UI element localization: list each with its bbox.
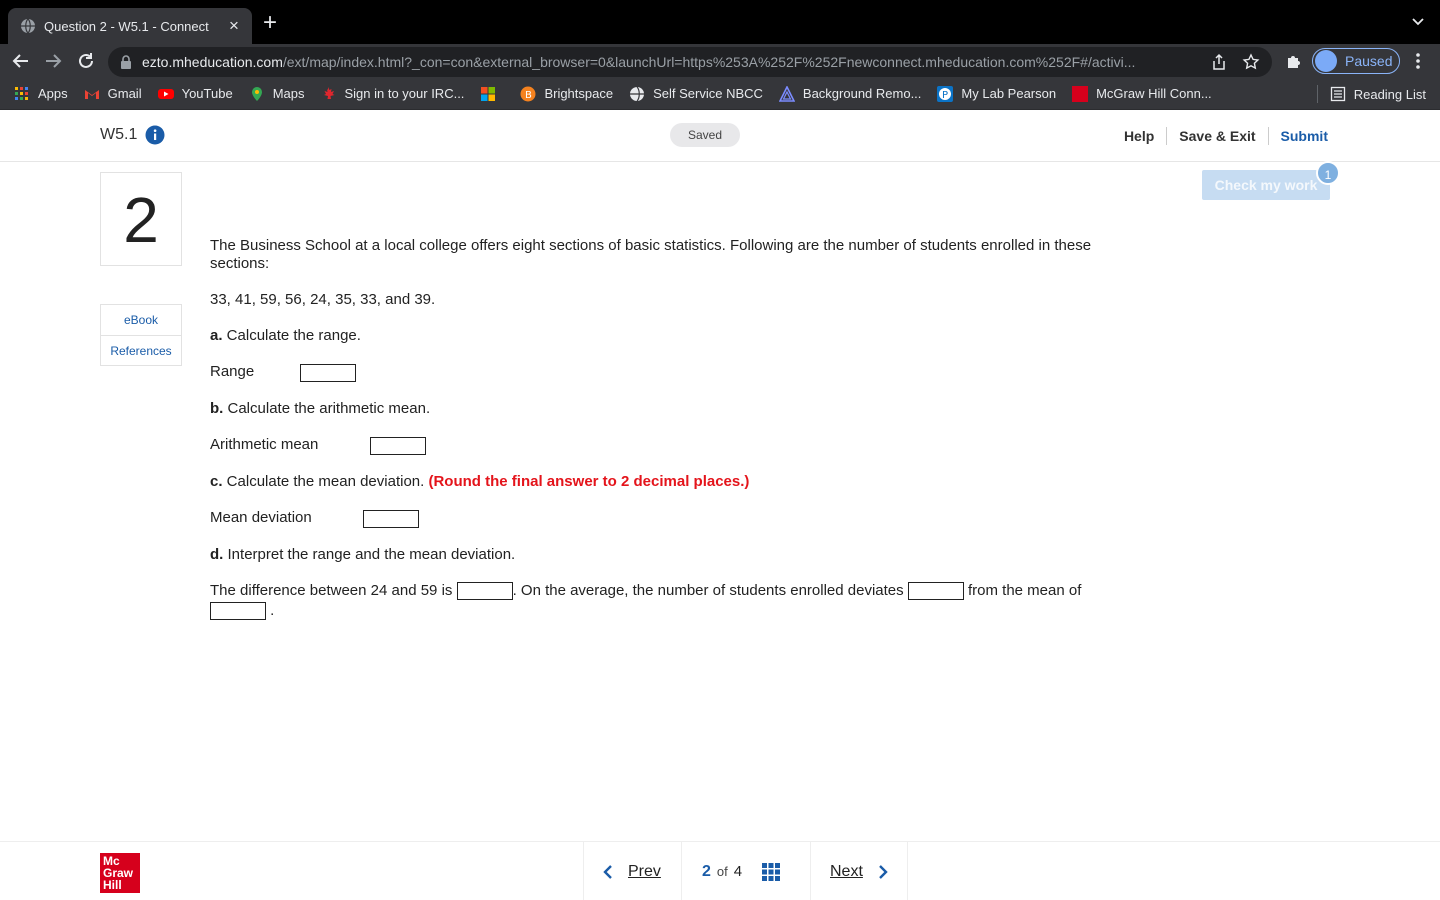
pager: Prev 2 of 4 Next (583, 842, 908, 900)
browser-toolbar: ezto.mheducation.com/ext/map/index.html?… (0, 44, 1440, 78)
resource-links: eBook References (100, 304, 182, 366)
avatar (1315, 50, 1337, 72)
tab-search-chevron-icon[interactable] (1410, 14, 1426, 30)
brightspace-icon: B (520, 86, 536, 101)
help-link[interactable]: Help (1112, 127, 1168, 145)
interpretation-sentence-end: . (210, 602, 274, 621)
info-icon[interactable] (145, 125, 165, 145)
range-difference-input[interactable] (456, 582, 513, 601)
youtube-icon (157, 88, 174, 99)
back-icon[interactable] (10, 50, 32, 72)
share-icon[interactable] (1210, 53, 1228, 71)
assignment-title: W5.1 (100, 125, 165, 145)
assignment-header: W5.1 Saved Help Save & Exit Submit (0, 111, 1440, 162)
saved-status-badge: Saved (670, 123, 740, 147)
ebook-link[interactable]: eBook (101, 305, 181, 335)
maps-pin-icon (251, 86, 262, 101)
question-number: 2 (100, 172, 182, 266)
gmail-icon (84, 89, 99, 99)
close-tab-icon[interactable]: × (226, 16, 242, 36)
maple-leaf-icon (324, 86, 335, 99)
extensions-puzzle-icon[interactable] (1284, 51, 1304, 71)
more-menu-icon[interactable] (1410, 52, 1426, 70)
bookmark-mcgraw-hill[interactable]: McGraw Hill Conn... (1072, 85, 1212, 102)
profile-label: Paused (1345, 53, 1393, 69)
deviation-amount-input[interactable] (907, 582, 964, 601)
next-button[interactable]: Next (810, 842, 908, 900)
chevron-left-icon (603, 864, 612, 879)
svg-text:B: B (525, 90, 532, 101)
reading-list-button[interactable]: Reading List (1316, 85, 1426, 103)
globe-icon (21, 18, 35, 34)
mean-deviation-label: Mean deviation (210, 509, 312, 526)
chevron-right-icon (879, 864, 888, 879)
interpretation-sentence: The difference between 24 and 59 is . On… (210, 582, 1082, 601)
url-text: ezto.mheducation.com/ext/map/index.html?… (142, 54, 1136, 70)
address-bar[interactable]: ezto.mheducation.com/ext/map/index.html?… (108, 47, 1272, 77)
part-b-prompt: b. Calculate the arithmetic mean. (210, 400, 431, 417)
mean-deviation-input[interactable] (363, 510, 419, 528)
mcgraw-hill-logo: Mc Graw Hill (100, 853, 140, 893)
save-exit-link[interactable]: Save & Exit (1167, 127, 1269, 145)
bookmark-brightspace[interactable]: B Brightspace (520, 86, 613, 102)
forward-icon[interactable] (42, 50, 64, 72)
rounding-note: (Round the final answer to 2 decimal pla… (428, 473, 750, 490)
divider (1316, 85, 1318, 103)
bookmark-gmail[interactable]: Gmail (84, 86, 142, 102)
mean-value-input[interactable] (210, 602, 266, 621)
mcgraw-hill-icon (1072, 85, 1089, 102)
bookmark-self-service[interactable]: Self Service NBCC (629, 86, 763, 102)
bookmark-maps[interactable]: Maps (249, 86, 304, 102)
data-values: 33, 41, 59, 56, 24, 35, 33, and 39. (210, 291, 436, 308)
bookmark-apps[interactable]: Apps (14, 86, 68, 102)
microsoft-icon (481, 86, 496, 101)
references-link[interactable]: References (101, 335, 181, 365)
check-my-work-button[interactable]: Check my work (1202, 170, 1330, 200)
footer-navigation: Mc Graw Hill Prev 2 of 4 Next (0, 841, 1440, 900)
prev-button[interactable]: Prev (583, 842, 681, 900)
submit-link[interactable]: Submit (1269, 127, 1328, 145)
question-counter[interactable]: 2 of 4 (681, 842, 810, 900)
mean-label: Arithmetic mean (210, 436, 319, 453)
reading-list-icon (1330, 86, 1345, 102)
part-a-prompt: a. Calculate the range. (210, 327, 361, 344)
arithmetic-mean-input[interactable] (370, 437, 426, 455)
bookmark-irc[interactable]: Sign in to your IRC... (320, 86, 464, 102)
grid-menu-icon[interactable] (762, 862, 781, 881)
bookmark-mylab-pearson[interactable]: P My Lab Pearson (937, 85, 1056, 102)
pearson-icon: P (937, 85, 954, 102)
range-input[interactable] (300, 364, 356, 382)
new-tab-icon[interactable]: + (258, 11, 282, 36)
bookmarks-bar: Apps Gmail YouTube Maps Sign in to your … (0, 78, 1440, 110)
globe-icon (630, 86, 645, 101)
apps-grid-icon (15, 86, 28, 100)
browser-tab[interactable]: Question 2 - W5.1 - Connect × (8, 8, 252, 44)
browser-tab-bar: Question 2 - W5.1 - Connect × + (0, 0, 1440, 44)
header-actions: Help Save & Exit Submit (1112, 127, 1328, 145)
bookmark-youtube[interactable]: YouTube (157, 86, 233, 102)
part-c-prompt: c. Calculate the mean deviation. (Round … (210, 473, 750, 490)
bookmark-microsoft[interactable] (480, 86, 504, 102)
triangle-logo-icon (778, 85, 795, 102)
tab-title: Question 2 - W5.1 - Connect (44, 18, 209, 34)
svg-text:P: P (942, 90, 948, 101)
bookmark-star-icon[interactable] (1242, 53, 1260, 71)
profile-button[interactable]: Paused (1312, 48, 1400, 74)
lock-icon (121, 55, 131, 69)
bookmark-background-remover[interactable]: Background Remo... (778, 85, 921, 102)
check-attempts-badge: 1 (1316, 161, 1340, 185)
part-d-prompt: d. Interpret the range and the mean devi… (210, 546, 516, 563)
reload-icon[interactable] (75, 50, 97, 72)
question-intro: The Business School at a local college o… (210, 237, 1092, 272)
range-label: Range (210, 363, 255, 380)
